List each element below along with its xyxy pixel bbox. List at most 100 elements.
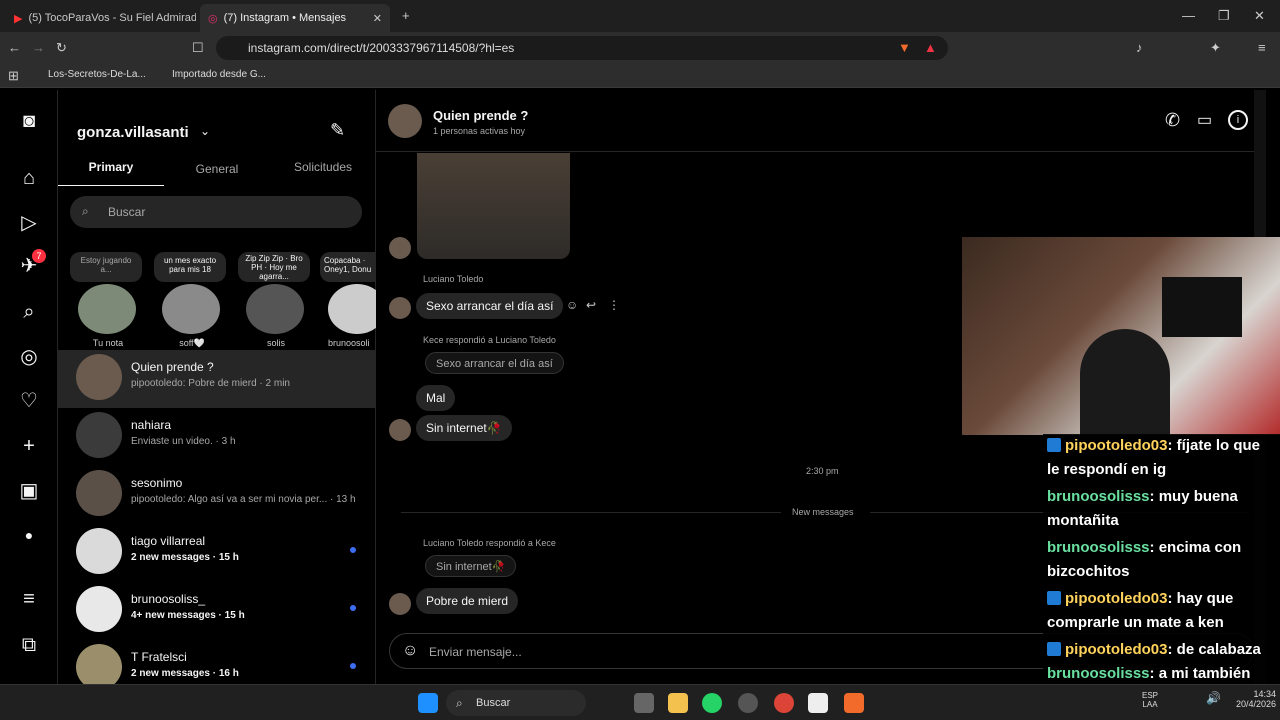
new-messages-label: New messages bbox=[792, 507, 854, 517]
notification-badge: 7 bbox=[32, 249, 46, 263]
avatar bbox=[76, 528, 122, 574]
thread-preview: 2 new messages · 15 h bbox=[131, 552, 239, 563]
info-icon[interactable]: i bbox=[1228, 110, 1248, 130]
avatar bbox=[389, 419, 411, 441]
note-item[interactable]: Estoy jugando a... Tu nota bbox=[70, 252, 146, 348]
tab-youtube[interactable]: ▶ (5) TocoParaVos - Su Fiel Admirad bbox=[6, 4, 196, 32]
wall-picture bbox=[1162, 277, 1242, 337]
chat-title[interactable]: Quien prende ? bbox=[433, 108, 528, 123]
language-indicator[interactable]: ESP LAA bbox=[1142, 691, 1158, 709]
search-box[interactable]: ⌕ Buscar bbox=[70, 196, 362, 228]
compose-icon[interactable]: ✎ bbox=[330, 120, 345, 141]
tab-title: (7) Instagram • Mensajes bbox=[223, 12, 347, 24]
avatar bbox=[328, 284, 376, 334]
thread-row[interactable]: tiago villarreal 2 new messages · 15 h bbox=[58, 524, 376, 582]
menu-icon[interactable]: ≡ bbox=[1258, 40, 1266, 56]
chrome-icon[interactable] bbox=[774, 693, 794, 713]
threads-icon[interactable]: ⧉ bbox=[16, 632, 42, 658]
search-icon[interactable]: ⌕ bbox=[16, 299, 42, 325]
home-icon[interactable]: ⌂ bbox=[16, 165, 42, 191]
heart-icon[interactable]: ♡ bbox=[16, 388, 42, 414]
chevron-down-icon[interactable]: ⌄ bbox=[200, 124, 210, 138]
tab-instagram[interactable]: ◎ (7) Instagram • Mensajes ✕ bbox=[200, 4, 390, 32]
emoji-icon[interactable]: ☺ bbox=[402, 642, 418, 660]
thread-row[interactable]: sesonimo pipootoledo: Algo así va a ser … bbox=[58, 466, 376, 524]
timestamp: 2:30 pm bbox=[806, 466, 839, 476]
close-window-icon[interactable]: ✕ bbox=[1254, 8, 1265, 24]
reply-icon[interactable]: ↩ bbox=[586, 298, 596, 312]
chat-subtitle: 1 personas activas hoy bbox=[433, 126, 526, 136]
messages-icon[interactable]: ✈ 7 bbox=[16, 249, 46, 279]
volume-icon[interactable]: 🔊 bbox=[1206, 691, 1221, 705]
instagram-logo-icon[interactable]: ◙ bbox=[16, 108, 42, 134]
create-icon[interactable]: + bbox=[16, 433, 42, 459]
windows-start-icon[interactable] bbox=[418, 693, 438, 713]
bookmark-item[interactable]: Los-Secretos-De-La... bbox=[48, 69, 146, 80]
whatsapp-icon[interactable] bbox=[702, 693, 722, 713]
forward-icon[interactable]: → bbox=[32, 40, 45, 56]
maximize-icon[interactable]: ❐ bbox=[1218, 8, 1230, 24]
minimize-icon[interactable]: — bbox=[1182, 8, 1195, 24]
tab-general[interactable]: General bbox=[164, 162, 270, 176]
note-item[interactable]: Zip Zip Zip · Bro PH · Hoy me agarra... … bbox=[238, 252, 314, 348]
apps-icon[interactable]: ⊞ bbox=[8, 68, 19, 84]
thread-name: brunoosoliss_ bbox=[131, 592, 206, 606]
brave-icon[interactable] bbox=[844, 693, 864, 713]
explore-icon[interactable]: ◎ bbox=[16, 344, 42, 370]
tab-strip: ▶ (5) TocoParaVos - Su Fiel Admirad ◎ (7… bbox=[0, 0, 1280, 32]
more-options-icon[interactable]: ⋮ bbox=[608, 298, 620, 312]
quoted-message[interactable]: Sexo arrancar el día así bbox=[425, 352, 564, 374]
note-item[interactable]: un mes exacto para mis 18 soff🤍 bbox=[154, 252, 230, 348]
bookmark-folder[interactable]: Importado desde G... bbox=[172, 69, 266, 80]
avatar bbox=[389, 593, 411, 615]
clock[interactable]: 14:34 20/4/2026 bbox=[1226, 689, 1276, 709]
tab-primary[interactable]: Primary bbox=[58, 160, 164, 186]
message-bubble[interactable]: Pobre de mierd bbox=[416, 588, 519, 614]
windows-taskbar: ⌕ Buscar ESP LAA 🔊 14:34 20/4/2026 bbox=[0, 684, 1280, 720]
bookmark-icon[interactable]: ☐ bbox=[192, 40, 204, 56]
thread-preview: pipootoledo: Algo así va a ser mi novia … bbox=[131, 494, 356, 505]
chat-message: brunoosolisss: muy buena montañita bbox=[1047, 488, 1238, 529]
message-bubble[interactable]: Sexo arrancar el día así bbox=[416, 293, 564, 319]
phone-icon[interactable]: ✆ bbox=[1165, 110, 1180, 131]
tab-requests[interactable]: Solicitudes bbox=[270, 160, 376, 174]
address-bar[interactable]: instagram.com/direct/t/2003337967114508/… bbox=[216, 36, 948, 60]
task-view-icon[interactable] bbox=[634, 693, 654, 713]
shared-photo[interactable] bbox=[417, 153, 570, 259]
brave-shield-icon[interactable]: ▼ bbox=[898, 40, 911, 56]
message-bubble[interactable]: Mal bbox=[416, 385, 456, 411]
more-menu-icon[interactable]: ≡ bbox=[16, 586, 42, 612]
video-call-icon[interactable]: ▭ bbox=[1197, 110, 1212, 130]
taskbar-search[interactable]: ⌕ Buscar bbox=[446, 690, 586, 716]
music-icon[interactable]: ♪ bbox=[1136, 40, 1143, 56]
file-explorer-icon[interactable] bbox=[668, 693, 688, 713]
thread-row[interactable]: brunoosoliss_ 4+ new messages · 15 h bbox=[58, 582, 376, 640]
quoted-message[interactable]: Sin internet🥀 bbox=[425, 555, 517, 577]
back-icon[interactable]: ← bbox=[8, 40, 21, 56]
group-avatar[interactable] bbox=[388, 104, 422, 138]
youtube-icon: ▶ bbox=[14, 12, 23, 25]
reload-icon[interactable]: ↻ bbox=[56, 40, 67, 56]
profile-avatar[interactable]: ● bbox=[16, 522, 42, 548]
stream-chat: pipootoledo03: fíjate lo que le respondí… bbox=[1043, 434, 1280, 686]
settings-icon[interactable] bbox=[738, 693, 758, 713]
message-bubble[interactable]: Sin internet🥀 bbox=[416, 415, 512, 441]
reels-icon[interactable]: ▷ bbox=[16, 210, 42, 236]
new-tab-icon[interactable]: + bbox=[402, 8, 410, 24]
thread-row[interactable]: nahiara Enviaste un video. · 3 h bbox=[58, 408, 376, 466]
note-bubble: Estoy jugando a... bbox=[70, 252, 142, 282]
obs-icon[interactable] bbox=[808, 693, 828, 713]
search-icon: ⌕ bbox=[82, 204, 89, 218]
brave-rewards-icon[interactable]: ▲ bbox=[924, 40, 937, 56]
react-icon[interactable]: ☺ bbox=[566, 298, 578, 312]
thread-row[interactable]: Quien prende ? pipootoledo: Pobre de mie… bbox=[58, 350, 376, 408]
tab-title: (5) TocoParaVos - Su Fiel Admirad bbox=[28, 12, 196, 24]
reply-label: Kece respondió a Luciano Toledo bbox=[423, 335, 556, 345]
dashboard-icon[interactable]: ▣ bbox=[16, 478, 42, 504]
close-tab-icon[interactable]: ✕ bbox=[373, 12, 382, 25]
note-item[interactable]: Copacaba · Oney1, Donu brunoosoli bbox=[320, 252, 376, 348]
note-bubble: un mes exacto para mis 18 bbox=[154, 252, 226, 282]
ai-icon[interactable]: ✦ bbox=[1210, 40, 1221, 56]
account-username[interactable]: gonza.villasanti bbox=[77, 124, 189, 141]
note-name: soff🤍 bbox=[179, 338, 205, 348]
